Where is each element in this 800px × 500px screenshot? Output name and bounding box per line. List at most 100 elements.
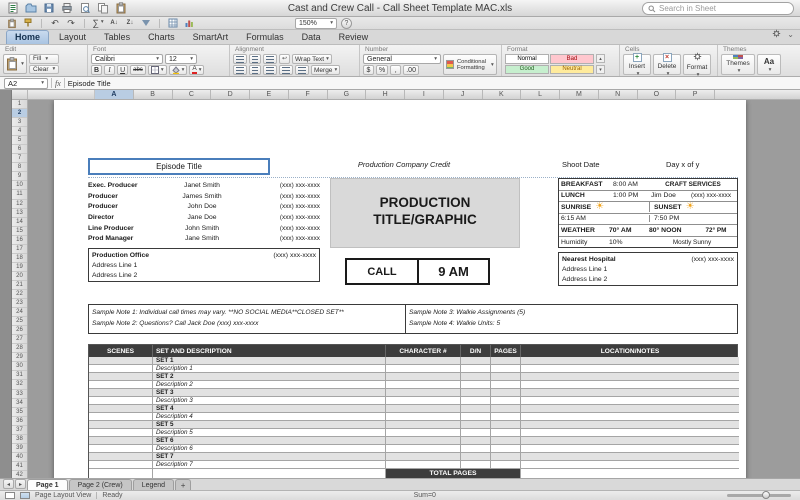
row-header-26[interactable]: 26 xyxy=(12,326,27,336)
fill-color-button[interactable] xyxy=(168,65,188,75)
empty-cell[interactable] xyxy=(386,381,461,389)
empty-cell[interactable] xyxy=(386,397,461,405)
desc-cell[interactable]: Description 6 xyxy=(153,445,386,453)
row-header-33[interactable]: 33 xyxy=(12,390,27,399)
row-header-30[interactable]: 30 xyxy=(12,362,27,372)
empty-cell[interactable] xyxy=(89,445,153,453)
empty-cell[interactable] xyxy=(491,381,521,389)
desc-cell[interactable]: Description 5 xyxy=(153,429,386,437)
row-header-22[interactable]: 22 xyxy=(12,290,27,300)
empty-cell[interactable] xyxy=(461,445,491,453)
column-header-g[interactable]: G xyxy=(328,90,367,99)
row-header-38[interactable]: 38 xyxy=(12,435,27,444)
set-cell[interactable]: SET 2 xyxy=(153,373,386,381)
align-bottom-icon[interactable] xyxy=(263,54,277,64)
desc-cell[interactable]: Description 2 xyxy=(153,381,386,389)
empty-cell[interactable] xyxy=(521,413,739,421)
episode-title-cell[interactable]: Episode Title xyxy=(88,158,270,175)
clear-button[interactable]: Clear xyxy=(29,64,60,74)
column-header-b[interactable]: B xyxy=(134,90,173,99)
zoom-slider[interactable] xyxy=(727,491,791,499)
ribbon-collapse-icon[interactable]: ⌄ xyxy=(787,30,794,39)
empty-cell[interactable] xyxy=(491,453,521,461)
empty-cell[interactable] xyxy=(491,461,521,469)
sort-descending-icon[interactable]: Z↓ xyxy=(124,18,136,29)
notes-box[interactable]: Sample Note 1: Individual call times may… xyxy=(88,304,738,334)
row-header-2[interactable]: 2 xyxy=(12,109,27,119)
empty-cell[interactable] xyxy=(461,461,491,469)
column-header-j[interactable]: J xyxy=(444,90,483,99)
total-pages-cell[interactable]: TOTAL PAGES xyxy=(386,469,521,478)
empty-cell[interactable] xyxy=(521,405,739,413)
empty-cell[interactable] xyxy=(521,429,739,437)
ribbon-tab-data[interactable]: Data xyxy=(294,31,329,44)
empty-cell[interactable] xyxy=(521,365,739,373)
empty-cell[interactable] xyxy=(89,397,153,405)
normal-view-icon[interactable] xyxy=(5,492,15,499)
column-header-l[interactable]: L xyxy=(521,90,560,99)
row-header-39[interactable]: 39 xyxy=(12,444,27,453)
empty-cell[interactable] xyxy=(386,373,461,381)
paste-small-icon[interactable] xyxy=(114,2,127,15)
empty-cell[interactable] xyxy=(521,389,739,397)
sheet-canvas[interactable]: Episode Title Production Company Credit … xyxy=(28,100,800,478)
crew-list[interactable]: Exec. Producer Janet Smith (xxx) xxx-xxxx P… xyxy=(88,180,320,244)
empty-cell[interactable] xyxy=(491,365,521,373)
row-header-5[interactable]: 5 xyxy=(12,136,27,146)
delete-cells-button[interactable]: × Delete xyxy=(653,52,681,75)
row-header-29[interactable]: 29 xyxy=(12,353,27,363)
italic-button[interactable]: I xyxy=(104,65,116,75)
row-header-28[interactable]: 28 xyxy=(12,344,27,354)
row-header-7[interactable]: 7 xyxy=(12,154,27,164)
empty-cell[interactable] xyxy=(521,437,739,445)
row-header-35[interactable]: 35 xyxy=(12,408,27,417)
empty-cell[interactable] xyxy=(89,357,153,365)
empty-cell[interactable] xyxy=(386,357,461,365)
row-header-14[interactable]: 14 xyxy=(12,218,27,227)
themes-button[interactable]: Themes xyxy=(721,54,755,75)
set-cell[interactable]: SET 5 xyxy=(153,421,386,429)
insert-chart-icon[interactable] xyxy=(183,18,195,29)
column-header-o[interactable]: O xyxy=(638,90,677,99)
row-header-34[interactable]: 34 xyxy=(12,399,27,408)
empty-cell[interactable] xyxy=(89,413,153,421)
column-header-c[interactable]: C xyxy=(173,90,212,99)
underline-button[interactable]: U xyxy=(117,65,129,75)
empty-cell[interactable] xyxy=(491,357,521,365)
empty-cell[interactable] xyxy=(521,357,739,365)
comma-format-button[interactable]: , xyxy=(390,65,402,75)
empty-cell[interactable] xyxy=(491,405,521,413)
row-header-25[interactable]: 25 xyxy=(12,317,27,327)
desc-cell[interactable]: Description 7 xyxy=(153,461,386,469)
schedule-box[interactable]: BREAKFAST 8:00 AM CRAFT SERVICES LUNCH 1… xyxy=(558,178,738,248)
empty-cell[interactable] xyxy=(89,461,153,469)
empty-cell[interactable] xyxy=(521,445,739,453)
empty-cell[interactable] xyxy=(386,437,461,445)
empty-cell[interactable] xyxy=(89,381,153,389)
row-header-32[interactable]: 32 xyxy=(12,380,27,390)
empty-cell[interactable] xyxy=(461,405,491,413)
number-format-select[interactable]: General xyxy=(363,54,441,64)
align-center-icon[interactable] xyxy=(249,65,261,75)
sheet-tab-page-2-crew[interactable]: Page 2 (Crew) xyxy=(68,479,132,490)
row-header-18[interactable]: 18 xyxy=(12,254,27,263)
desc-cell[interactable]: Description 4 xyxy=(153,413,386,421)
fill-button[interactable]: Fill xyxy=(29,54,60,64)
decimal-button[interactable]: .00 xyxy=(403,65,419,75)
print-icon[interactable] xyxy=(60,2,73,15)
empty-cell[interactable] xyxy=(491,437,521,445)
borders-button[interactable] xyxy=(147,65,167,75)
gallery-up-icon[interactable]: ▴ xyxy=(596,54,605,63)
empty-cell[interactable] xyxy=(386,405,461,413)
column-header-f[interactable]: F xyxy=(289,90,328,99)
sheet-tab-page-1[interactable]: Page 1 xyxy=(27,479,68,490)
empty-cell[interactable] xyxy=(89,421,153,429)
column-header-i[interactable]: I xyxy=(405,90,444,99)
bold-button[interactable]: B xyxy=(91,65,103,75)
select-all-corner[interactable] xyxy=(12,90,28,99)
ribbon-tab-charts[interactable]: Charts xyxy=(140,31,183,44)
insert-cells-button[interactable]: + Insert xyxy=(623,52,651,75)
column-header-m[interactable]: M xyxy=(560,90,599,99)
wrap-text-button[interactable]: Wrap Text xyxy=(292,54,332,64)
empty-cell[interactable] xyxy=(89,405,153,413)
